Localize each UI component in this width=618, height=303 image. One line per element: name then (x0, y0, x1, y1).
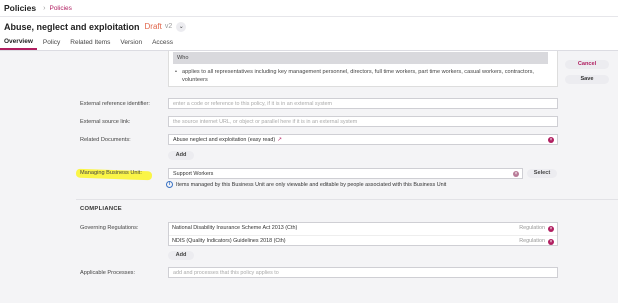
regulation-name[interactable]: National Disability Insurance Scheme Act… (172, 225, 297, 231)
business-unit-info: i Items managed by this Business Unit ar… (166, 181, 446, 188)
applicable-processes-label: Applicable Processes: (80, 270, 136, 276)
breadcrumb-separator: › (43, 4, 46, 12)
related-documents-field: Abuse neglect and exploitation (easy rea… (168, 134, 558, 145)
overview-panel: Who applies to all representatives inclu… (0, 51, 618, 303)
save-button[interactable]: Save (565, 75, 609, 84)
top-bar: Policies › Policies (0, 0, 618, 17)
page-header: Abuse, neglect and exploitation Draft v2… (0, 17, 618, 36)
scope-bullet: applies to all representatives including… (175, 68, 545, 84)
regulation-type: Regulation (519, 225, 545, 231)
business-unit-info-text: Items managed by this Business Unit are … (176, 181, 447, 188)
select-business-unit-button[interactable]: Select (527, 169, 557, 178)
external-reference-placeholder: enter a code or reference to this policy… (173, 101, 332, 107)
regulation-row: NDIS (Quality Indicators) Guidelines 201… (169, 235, 557, 246)
external-link-icon[interactable]: ↗ (277, 137, 282, 143)
scope-card: Who applies to all representatives inclu… (168, 51, 558, 87)
page-title: Abuse, neglect and exploitation (4, 21, 140, 32)
clear-business-unit-icon[interactable]: × (513, 171, 519, 177)
info-icon: i (166, 181, 173, 188)
tab-policy[interactable]: Policy (39, 39, 64, 50)
tab-version[interactable]: Version (116, 39, 146, 50)
tab-access[interactable]: Access (148, 39, 177, 50)
applicable-processes-placeholder: add and processes that this policy appli… (173, 270, 279, 276)
status-badge: Draft (144, 22, 162, 31)
external-source-placeholder: the source internet URL, or object or pa… (173, 119, 358, 125)
applicable-processes-input[interactable]: add and processes that this policy appli… (168, 267, 558, 278)
version-label: v2 (164, 23, 173, 30)
remove-regulation-icon[interactable]: × (548, 238, 554, 245)
breadcrumb-policies[interactable]: Policies (49, 5, 71, 12)
section-divider (76, 199, 618, 200)
external-source-label: External source link: (80, 119, 131, 125)
cancel-button[interactable]: Cancel (565, 60, 609, 69)
remove-document-icon[interactable]: × (548, 137, 554, 143)
regulations-list: National Disability Insurance Scheme Act… (168, 222, 558, 246)
regulation-name[interactable]: NDIS (Quality Indicators) Guidelines 201… (172, 238, 286, 244)
add-document-button[interactable]: Add (168, 151, 194, 160)
app-title: Policies (4, 3, 37, 13)
business-unit-value: Support Workers (173, 171, 214, 177)
regulation-type: Regulation (519, 238, 545, 244)
scope-heading: Who (173, 52, 548, 64)
related-document-link[interactable]: Abuse neglect and exploitation (easy rea… (173, 137, 275, 143)
regulation-row: National Disability Insurance Scheme Act… (169, 223, 557, 234)
compliance-section-title: COMPLIANCE (80, 206, 122, 212)
external-source-input[interactable]: the source internet URL, or object or pa… (168, 116, 558, 127)
tab-overview[interactable]: Overview (0, 38, 37, 50)
governing-regulations-label: Governing Regulations: (80, 225, 139, 231)
managing-business-unit-label: Managing Business Unit: (80, 170, 142, 176)
add-regulation-button[interactable]: Add (168, 251, 194, 260)
version-dropdown-button[interactable]: ⌄ (176, 21, 187, 32)
tab-related-items[interactable]: Related Items (66, 39, 114, 50)
tab-bar: Overview Policy Related Items Version Ac… (0, 36, 618, 51)
external-reference-label: External reference identifier: (80, 101, 150, 107)
chevron-down-icon: ⌄ (178, 24, 184, 30)
related-documents-label: Related Documents: (80, 137, 131, 143)
remove-regulation-icon[interactable]: × (548, 225, 554, 232)
managing-business-unit-field: Support Workers × (168, 168, 523, 179)
external-reference-input[interactable]: enter a code or reference to this policy… (168, 98, 558, 109)
